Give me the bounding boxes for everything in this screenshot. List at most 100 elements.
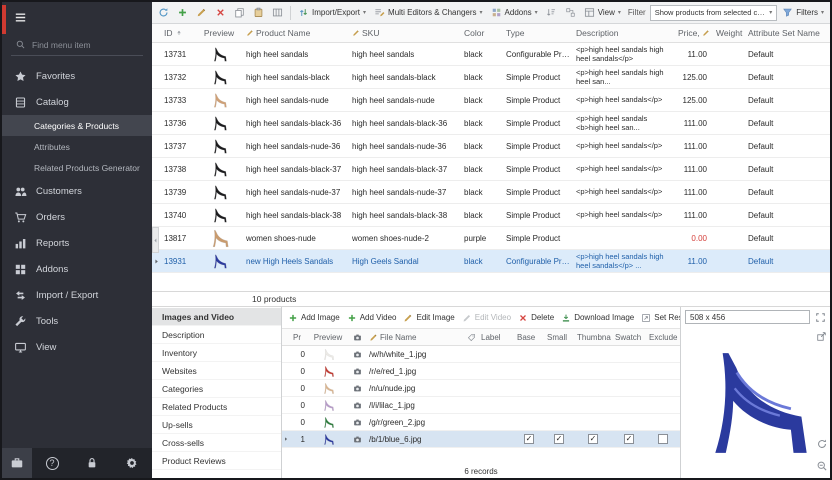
sidebar-item-orders[interactable]: Orders	[2, 204, 152, 230]
thumbnail-checkbox[interactable]: ✓	[588, 434, 598, 444]
exclude-checkbox[interactable]	[658, 434, 668, 444]
tab-related-products[interactable]: Related Products	[152, 398, 281, 416]
sidebar-item-categories-products[interactable]: Categories & Products	[2, 115, 152, 136]
lock-button[interactable]	[72, 456, 112, 470]
image-row-b-1-blue-6-jpg[interactable]: 1/b/1/blue_6.jpg✓✓✓✓	[282, 431, 680, 448]
small-checkbox[interactable]: ✓	[554, 434, 564, 444]
fit-to-window-icon[interactable]	[815, 312, 826, 323]
row-expander[interactable]	[152, 258, 161, 265]
column-header-weight[interactable]: Weight	[713, 28, 745, 38]
product-row-13737[interactable]: 13737high heel sandals-nude-36high heel …	[152, 135, 830, 158]
edit-product-button[interactable]	[193, 5, 210, 20]
import-export-menu[interactable]: Import/Export▾	[295, 5, 369, 20]
menu-toggle[interactable]	[2, 2, 152, 32]
columns-button[interactable]	[269, 5, 286, 20]
image-row-r-e-red-1-jpg[interactable]: 0/r/e/red_1.jpg	[282, 363, 680, 380]
column-header-label[interactable]: Label	[478, 333, 514, 342]
image-row-l-i-lilac-1-jpg[interactable]: 0/l/i/lilac_1.jpg	[282, 397, 680, 414]
column-header-base[interactable]: Base	[514, 333, 544, 342]
set-resize-rule-button[interactable]: Set Resize Rule▾	[641, 313, 680, 323]
column-header-product-name[interactable]: Product Name	[243, 28, 349, 38]
edit-video-button[interactable]: Edit Video	[462, 313, 511, 323]
group-button[interactable]	[562, 5, 579, 20]
column-header-description[interactable]: Description	[573, 28, 675, 38]
image-row-w-h-white-1-jpg[interactable]: 0/w/h/white_1.jpg	[282, 346, 680, 363]
add-image-label: Add Image	[301, 313, 340, 322]
tab-product-reviews[interactable]: Product Reviews	[152, 452, 281, 470]
tab-inventory[interactable]: Inventory	[152, 344, 281, 362]
sidebar-item-catalog[interactable]: Catalog	[2, 89, 152, 115]
sidebar-item-reports[interactable]: Reports	[2, 230, 152, 256]
tab-up-sells[interactable]: Up-sells	[152, 416, 281, 434]
product-row-13731[interactable]: 13731high heel sandalshigh heel sandalsb…	[152, 43, 830, 66]
delete-image-button[interactable]: Delete	[518, 313, 554, 323]
chevron-down-icon: ▾	[363, 9, 366, 16]
tab-cross-sells[interactable]: Cross-sells	[152, 434, 281, 452]
sort-button[interactable]	[543, 5, 560, 20]
column-header-color[interactable]: Color	[461, 28, 503, 38]
column-header-swatch[interactable]: Swatch	[612, 333, 646, 342]
column-header-preview[interactable]: Preview	[308, 333, 348, 342]
column-header-type[interactable]: Type	[503, 28, 573, 38]
edit-image-button[interactable]: Edit Image	[403, 313, 454, 323]
addons-menu[interactable]: Addons▾	[488, 5, 541, 20]
product-row-13740[interactable]: 13740high heel sandals-black-38high heel…	[152, 204, 830, 227]
tab-websites[interactable]: Websites	[152, 362, 281, 380]
column-header-preview[interactable]: Preview	[195, 28, 243, 38]
column-header-exclude[interactable]: Exclude	[646, 333, 680, 342]
column-header-tag-column[interactable]	[464, 333, 478, 342]
image-row-g-r-green-2-jpg[interactable]: 0/g/r/green_2.jpg	[282, 414, 680, 431]
sidebar-item-favorites[interactable]: Favorites	[2, 63, 152, 89]
sidebar-item-tools[interactable]: Tools	[2, 308, 152, 334]
tab-images-and-video[interactable]: Images and Video	[152, 308, 281, 326]
column-header-id[interactable]: ID	[161, 28, 195, 38]
image-row-n-u-nude-jpg[interactable]: 0/n/u/nude.jpg	[282, 380, 680, 397]
delete-product-button[interactable]	[212, 5, 229, 20]
paste-button[interactable]	[250, 5, 267, 20]
filters-menu[interactable]: Filters▾	[779, 5, 827, 20]
column-header-price[interactable]: Price,	[675, 28, 713, 38]
download-image-button[interactable]: Download Image	[561, 313, 634, 323]
sidebar-collapse-handle[interactable]	[152, 227, 159, 253]
copy-button[interactable]	[231, 5, 248, 20]
zoom-icon[interactable]	[816, 460, 828, 472]
multi-editors-menu[interactable]: Multi Editors & Changers▾	[371, 5, 486, 20]
view-menu[interactable]: View▾	[581, 5, 624, 20]
add-image-button[interactable]: Add Image	[288, 313, 340, 323]
product-row-13736[interactable]: 13736high heel sandals-black-36high heel…	[152, 112, 830, 135]
column-header-attribute-set-name[interactable]: Attribute Set Name	[745, 28, 830, 38]
settings-button[interactable]	[112, 456, 152, 470]
column-header-camera-column[interactable]	[348, 333, 366, 342]
help-button[interactable]: ?	[32, 457, 72, 470]
sidebar-item-attributes[interactable]: Attributes	[2, 136, 152, 157]
product-row-13931[interactable]: 13931new High Heels SandalsHigh Geels Sa…	[152, 250, 830, 273]
filter-select[interactable]: Show products from selected categories▾	[650, 5, 778, 21]
column-header-thumbna[interactable]: Thumbna	[574, 333, 612, 342]
product-row-13738[interactable]: 13738high heel sandals-black-37high heel…	[152, 158, 830, 181]
rotate-icon[interactable]	[816, 438, 828, 450]
sidebar-item-view[interactable]: View	[2, 334, 152, 360]
store-button[interactable]	[2, 448, 32, 478]
column-header-pr[interactable]: Pr	[290, 333, 308, 342]
tab-description[interactable]: Description	[152, 326, 281, 344]
column-header-file-name[interactable]: File Name	[366, 333, 464, 342]
add-product-button[interactable]	[174, 5, 191, 20]
sidebar-item-addons[interactable]: Addons	[2, 256, 152, 282]
column-header-small[interactable]: Small	[544, 333, 574, 342]
sidebar-item-related-products-generator[interactable]: Related Products Generator	[2, 157, 152, 178]
product-row-13739[interactable]: 13739high heel sandals-nude-37high heel …	[152, 181, 830, 204]
base-checkbox[interactable]: ✓	[524, 434, 534, 444]
tab-categories[interactable]: Categories	[152, 380, 281, 398]
swatch-checkbox[interactable]: ✓	[624, 434, 634, 444]
product-row-13732[interactable]: 13732high heel sandals-blackhigh heel sa…	[152, 66, 830, 89]
product-row-13817[interactable]: 13817women shoes-nudewomen shoes-nude-2p…	[152, 227, 830, 250]
column-header-sku[interactable]: SKU	[349, 28, 461, 38]
chevron-down-icon: ▾	[618, 9, 621, 16]
product-row-13733[interactable]: 13733high heel sandals-nudehigh heel san…	[152, 89, 830, 112]
menu-search[interactable]: Find menu item	[11, 34, 143, 56]
sidebar-item-import-export[interactable]: Import / Export	[2, 282, 152, 308]
sidebar-item-customers[interactable]: Customers	[2, 178, 152, 204]
add-video-button[interactable]: Add Video	[347, 313, 397, 323]
row-expander[interactable]	[282, 436, 290, 442]
refresh-button[interactable]	[155, 5, 172, 20]
